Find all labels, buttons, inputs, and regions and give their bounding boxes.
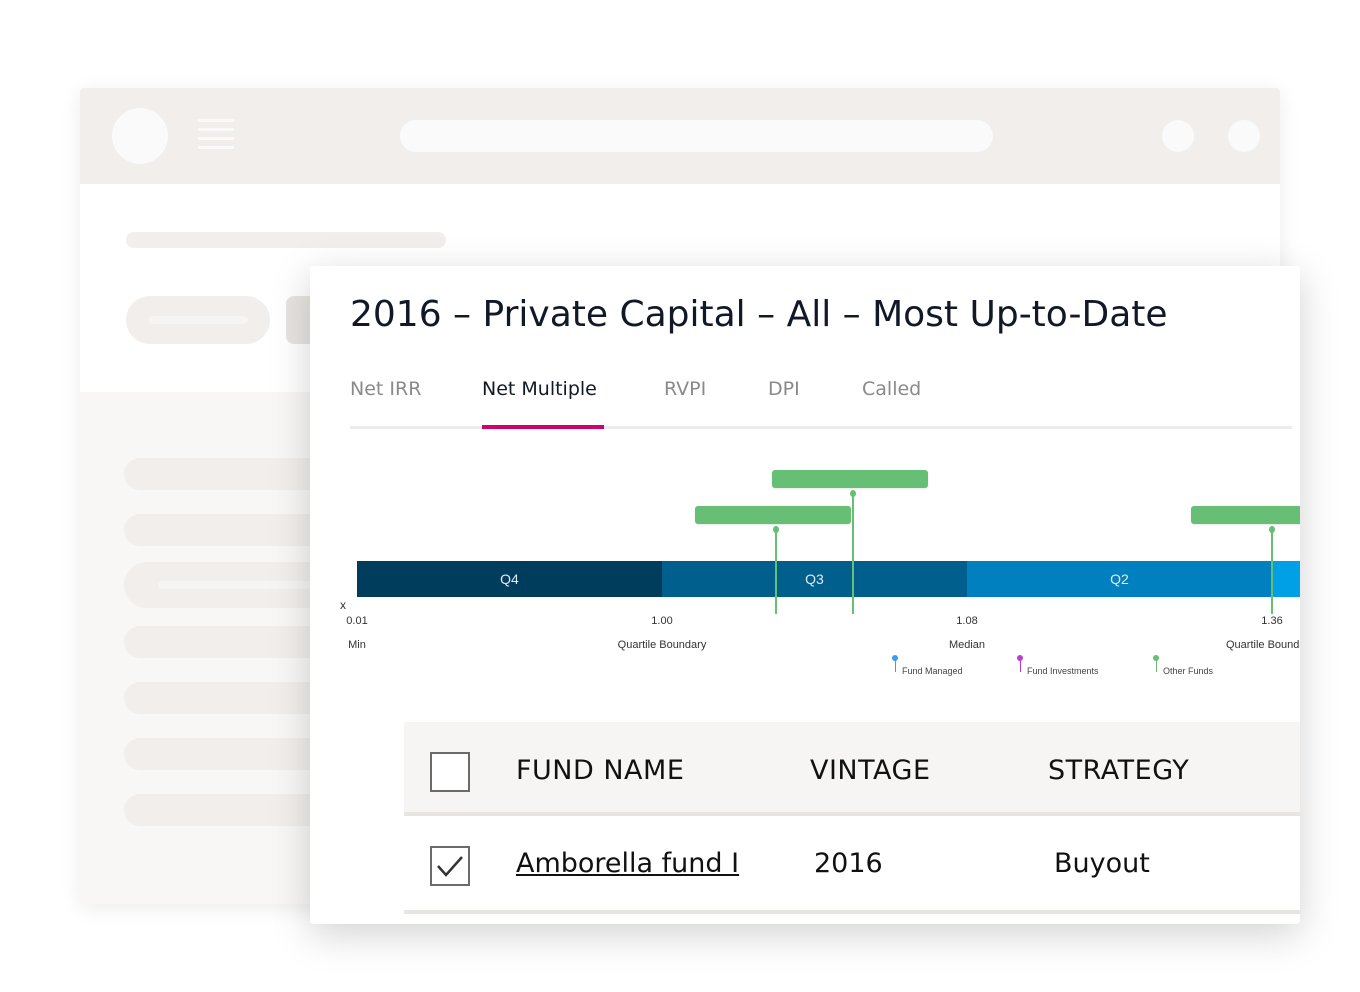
fund-name-link[interactable]: Amborella fund I: [516, 848, 739, 879]
tick-label: Median: [948, 639, 986, 651]
icon-placeholder: [1228, 120, 1260, 152]
avatar-placeholder: [112, 108, 168, 164]
benchmark-card: 2016 – Private Capital – All – Most Up-t…: [310, 266, 1300, 924]
menu-icon: [198, 119, 234, 149]
background-header: [80, 88, 1280, 184]
vintage-cell: 2016: [814, 848, 883, 879]
tick-label: Quartile Boundary: [617, 639, 707, 651]
tick-value: 1.36: [1261, 615, 1283, 627]
skeleton-line: [126, 232, 446, 248]
checkmark-icon: [437, 856, 463, 877]
tick-label: Quartile Boundary: [1226, 639, 1300, 651]
axis-symbol: x: [340, 598, 346, 612]
column-header-strategy[interactable]: STRATEGY: [1048, 755, 1189, 786]
tick-value: 1.08: [956, 615, 978, 627]
select-all-checkbox[interactable]: [430, 752, 470, 792]
tick-label: Min: [348, 639, 366, 651]
segment-q3: Q3: [662, 561, 967, 597]
marker-label-pill: [771, 470, 928, 488]
column-header-vintage[interactable]: VINTAGE: [810, 755, 931, 786]
segment-q1: [1272, 561, 1300, 597]
fund-table: FUND NAME VINTAGE STRATEGY Amborella fun…: [404, 722, 1300, 924]
tick-value: 0.01: [346, 615, 368, 627]
strategy-cell: Buyout: [1054, 848, 1150, 879]
tick-value: 1.00: [651, 615, 673, 627]
quartile-chart: Q4 Q3 Q2 x 0.01 1.00 1.08 1.36 Min Quart…: [310, 266, 1300, 706]
table-header: FUND NAME VINTAGE STRATEGY: [404, 722, 1300, 816]
table-row: Amborella fund I 2016 Buyout: [404, 818, 1300, 914]
skeleton-pill: [126, 296, 270, 344]
segment-q4: Q4: [357, 561, 662, 597]
row-checkbox[interactable]: [430, 846, 470, 886]
marker-label-pill: [1191, 506, 1300, 524]
column-header-fund-name[interactable]: FUND NAME: [516, 755, 684, 786]
marker-label-pill: [695, 506, 852, 524]
icon-placeholder: [1162, 120, 1194, 152]
search-placeholder: [400, 120, 993, 152]
segment-q2: Q2: [967, 561, 1272, 597]
